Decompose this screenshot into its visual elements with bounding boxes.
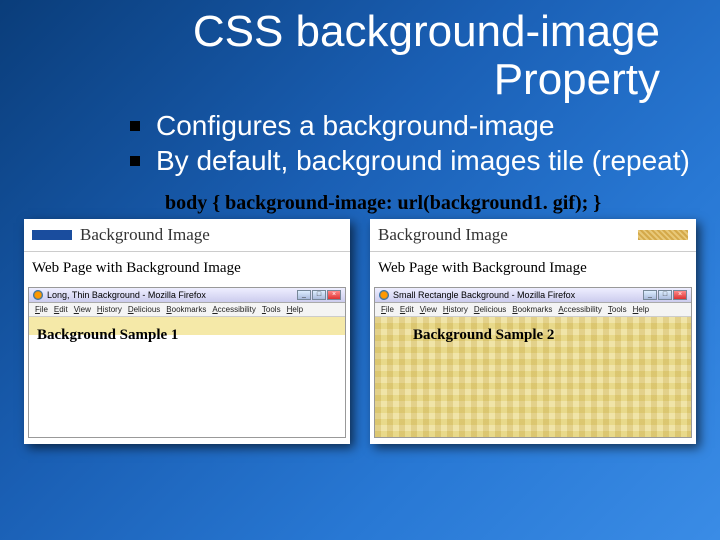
browser-titlebar: Small Rectangle Background - Mozilla Fir…	[375, 288, 691, 303]
menu-item[interactable]: View	[420, 305, 437, 314]
browser-title-text: Long, Thin Background - Mozilla Firefox	[47, 290, 206, 300]
maximize-button[interactable]: □	[658, 290, 672, 300]
example-header: Background Image	[24, 219, 350, 252]
example-title: Background Image	[378, 225, 508, 245]
example-header: Background Image	[370, 219, 696, 252]
window-buttons: _ □ ×	[643, 290, 687, 300]
menu-item[interactable]: Delicious	[474, 305, 506, 314]
menu-item[interactable]: View	[74, 305, 91, 314]
browser-window: Small Rectangle Background - Mozilla Fir…	[374, 287, 692, 438]
menu-item[interactable]: Tools	[262, 305, 281, 314]
browser-window: Long, Thin Background - Mozilla Firefox …	[28, 287, 346, 438]
title-line-2: Property	[494, 55, 660, 104]
square-bullet-icon	[130, 156, 140, 166]
minimize-button[interactable]: _	[643, 290, 657, 300]
menu-item[interactable]: Delicious	[128, 305, 160, 314]
menu-item[interactable]: Edit	[54, 305, 68, 314]
browser-viewport: Background Sample 2	[375, 317, 691, 437]
menu-item[interactable]: Accessibility	[558, 305, 602, 314]
example-subtitle: Web Page with Background Image	[370, 252, 696, 287]
swatch-blue-icon	[32, 230, 72, 240]
bullet-item: Configures a background-image	[130, 109, 700, 143]
browser-menu: File Edit View History Delicious Bookmar…	[29, 303, 345, 317]
menu-item[interactable]: Help	[287, 305, 303, 314]
bullet-text: By default, background images tile (repe…	[156, 144, 690, 178]
window-buttons: _ □ ×	[297, 290, 341, 300]
browser-title-text: Small Rectangle Background - Mozilla Fir…	[393, 290, 575, 300]
title-line-1: CSS background-image	[193, 7, 660, 56]
browser-titlebar: Long, Thin Background - Mozilla Firefox …	[29, 288, 345, 303]
code-sample: body { background-image: url(background1…	[0, 192, 720, 215]
menu-item[interactable]: History	[97, 305, 122, 314]
maximize-button[interactable]: □	[312, 290, 326, 300]
example-right: Background Image Web Page with Backgroun…	[370, 219, 696, 444]
swatch-pattern-icon	[638, 230, 688, 240]
browser-menu: File Edit View History Delicious Bookmar…	[375, 303, 691, 317]
example-left: Background Image Web Page with Backgroun…	[24, 219, 350, 444]
example-title: Background Image	[80, 225, 210, 245]
close-button[interactable]: ×	[327, 290, 341, 300]
menu-item[interactable]: Tools	[608, 305, 627, 314]
minimize-button[interactable]: _	[297, 290, 311, 300]
menu-item[interactable]: Edit	[400, 305, 414, 314]
bullet-list: Configures a background-image By default…	[0, 105, 720, 188]
menu-item[interactable]: Accessibility	[212, 305, 256, 314]
sample-heading: Background Sample 1	[37, 327, 337, 344]
menu-item[interactable]: Help	[633, 305, 649, 314]
menu-item[interactable]: Bookmarks	[166, 305, 206, 314]
menu-item[interactable]: File	[35, 305, 48, 314]
menu-item[interactable]: History	[443, 305, 468, 314]
menu-item[interactable]: File	[381, 305, 394, 314]
bullet-item: By default, background images tile (repe…	[130, 144, 700, 178]
bullet-text: Configures a background-image	[156, 109, 554, 143]
close-button[interactable]: ×	[673, 290, 687, 300]
sample-heading: Background Sample 2	[383, 327, 683, 344]
browser-viewport: Background Sample 1	[29, 317, 345, 437]
square-bullet-icon	[130, 121, 140, 131]
firefox-icon	[379, 290, 389, 300]
examples-row: Background Image Web Page with Backgroun…	[0, 219, 720, 444]
menu-item[interactable]: Bookmarks	[512, 305, 552, 314]
example-subtitle: Web Page with Background Image	[24, 252, 350, 287]
firefox-icon	[33, 290, 43, 300]
slide-title: CSS background-image Property	[0, 0, 720, 105]
